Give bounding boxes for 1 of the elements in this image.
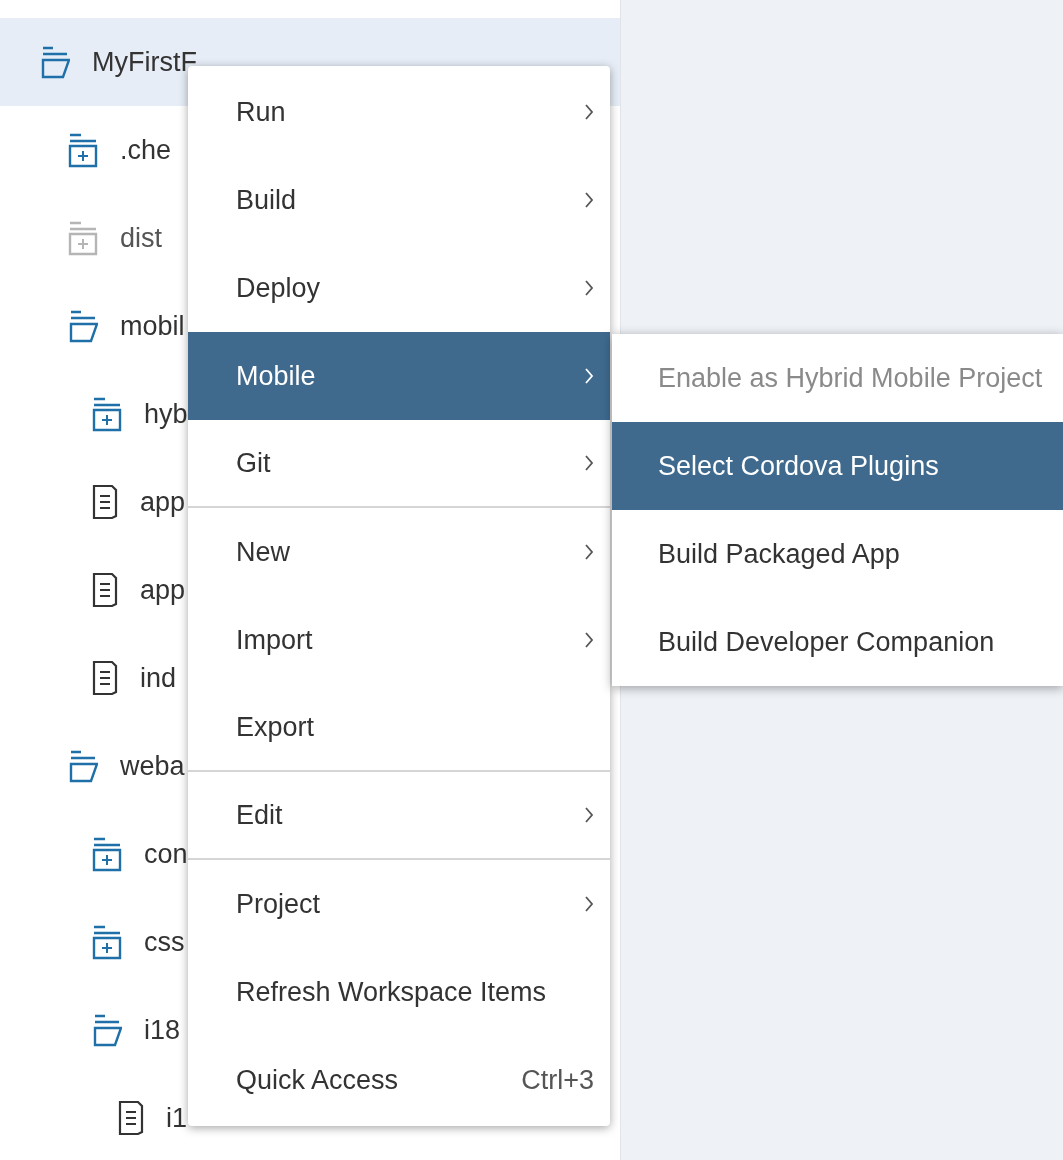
shortcut-text: Ctrl+3 <box>521 1063 594 1097</box>
